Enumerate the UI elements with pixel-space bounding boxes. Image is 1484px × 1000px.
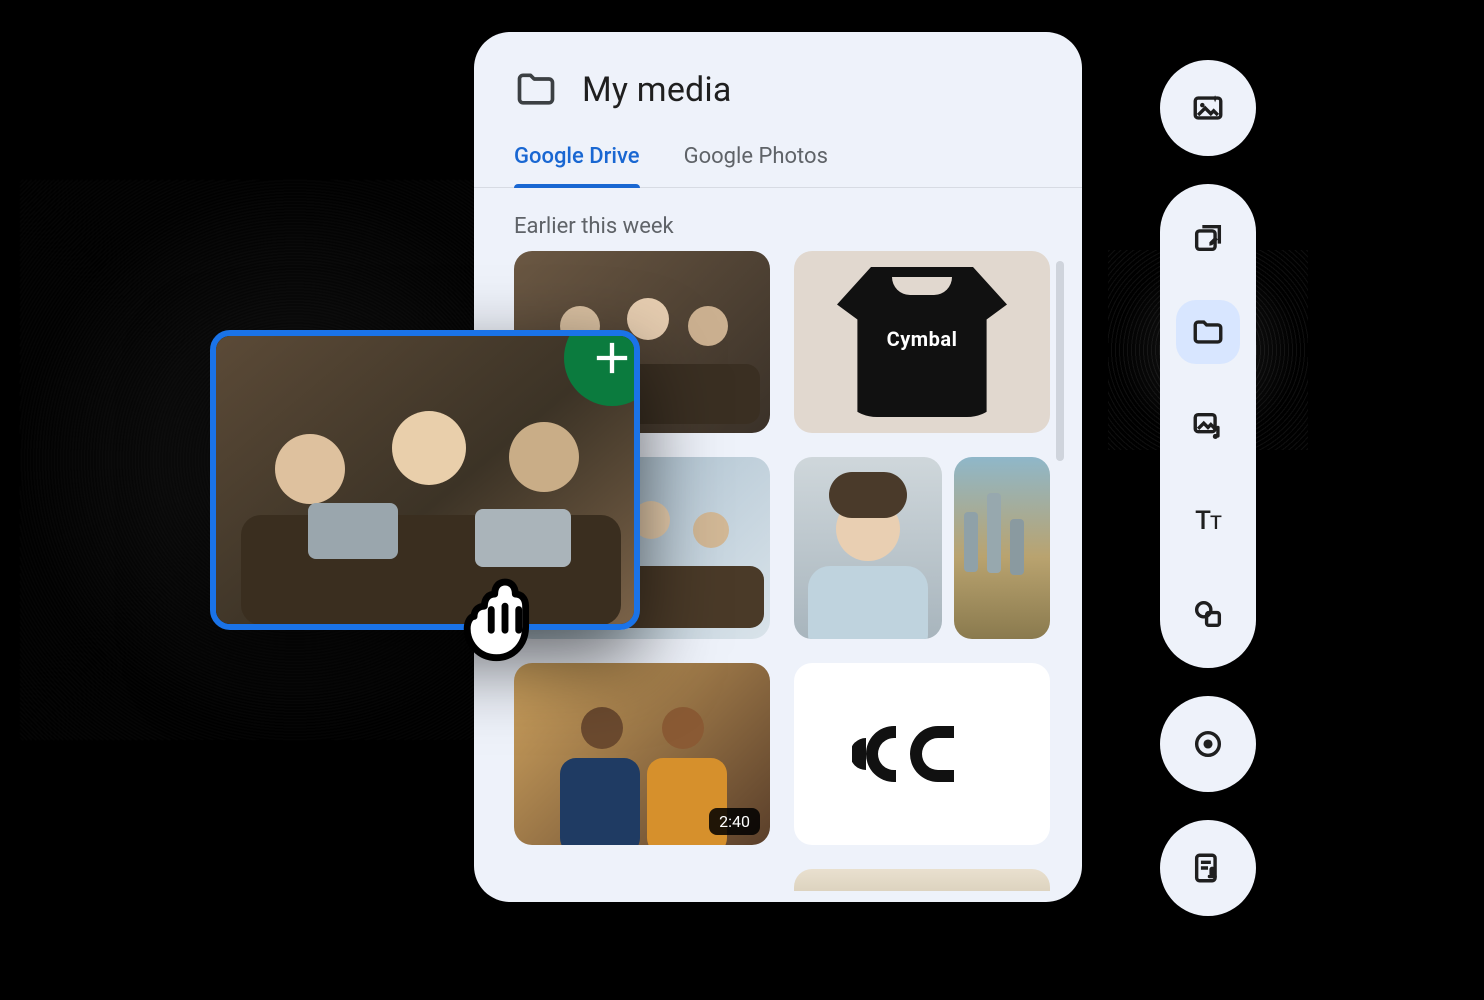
rail-group-4: [1160, 820, 1256, 916]
edit-layers-icon[interactable]: [1176, 206, 1240, 270]
thumb-tshirt-cymbal[interactable]: Cymbal: [794, 251, 1050, 433]
thumb-cc-logo[interactable]: [794, 663, 1050, 845]
tab-google-photos[interactable]: Google Photos: [684, 144, 828, 187]
folder-icon[interactable]: [1176, 300, 1240, 364]
record-icon[interactable]: [1176, 712, 1240, 776]
rail-group-2: Tᴛ: [1160, 184, 1256, 668]
panel-title: My media: [582, 70, 732, 110]
tab-google-drive[interactable]: Google Drive: [514, 144, 640, 187]
thumb-city-aerial[interactable]: [954, 457, 1050, 639]
thumb-hallway[interactable]: [794, 869, 1050, 891]
folder-icon: [514, 68, 558, 112]
shapes-icon[interactable]: [1176, 582, 1240, 646]
image-music-icon[interactable]: [1176, 394, 1240, 458]
rail-group-1: [1160, 60, 1256, 156]
text-icon[interactable]: Tᴛ: [1176, 488, 1240, 552]
tshirt-brand-text: Cymbal: [887, 327, 958, 351]
grab-cursor-icon: [450, 558, 560, 668]
ai-image-icon[interactable]: [1176, 76, 1240, 140]
voice-script-icon[interactable]: [1176, 836, 1240, 900]
section-earlier-this-week: Earlier this week: [474, 188, 1082, 251]
scrollbar[interactable]: [1056, 261, 1064, 461]
video-duration-badge: 2:40: [709, 808, 760, 835]
thumb-two-people-talk[interactable]: 2:40: [514, 663, 770, 845]
tool-rail: Tᴛ: [1160, 60, 1256, 916]
source-tabs: Google Drive Google Photos: [474, 120, 1082, 188]
thumb-person-portrait[interactable]: [794, 457, 942, 639]
rail-group-3: [1160, 696, 1256, 792]
dragged-thumbnail[interactable]: [210, 330, 640, 630]
